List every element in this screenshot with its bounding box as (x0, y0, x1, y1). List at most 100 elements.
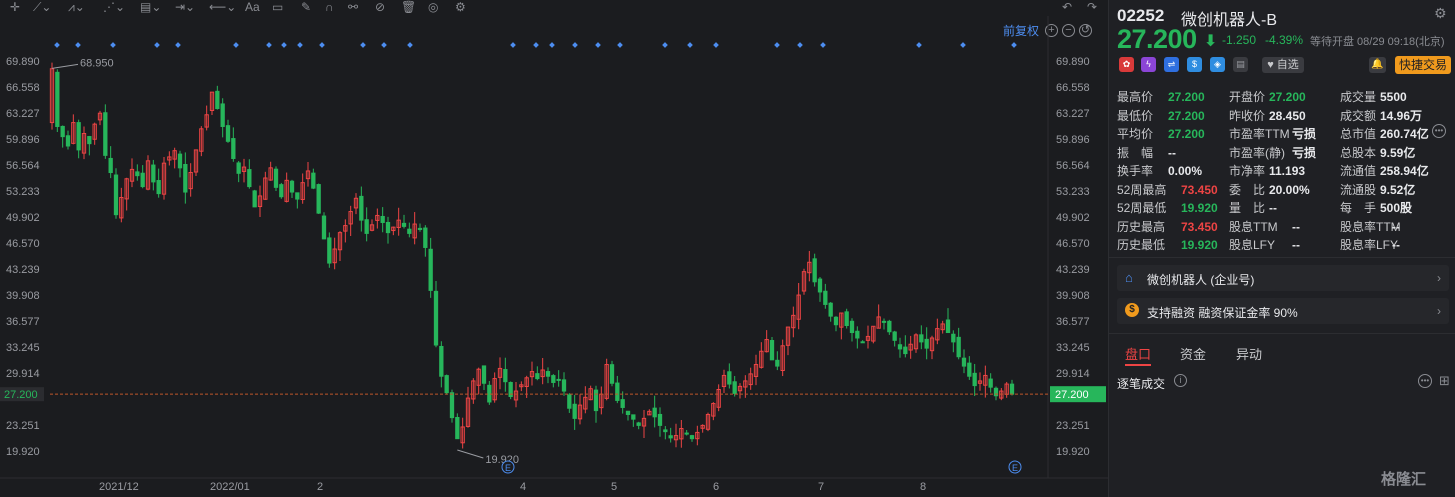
high-marker-line (51, 63, 79, 69)
candle-body (295, 192, 300, 200)
candle-body (433, 290, 439, 346)
stat-value: 9.52亿 (1380, 182, 1416, 197)
y-tick-label: 19.920 (1056, 446, 1090, 458)
candle-body (385, 221, 391, 234)
stat-value: 73.450 (1181, 182, 1218, 197)
stat-label: 历史最高 (1117, 219, 1166, 234)
x-tick-label: 2022/01 (210, 481, 250, 493)
y-tick-label: 56.564 (1056, 160, 1090, 172)
corp-account-name: 微创机器人 (企业号) (1147, 273, 1255, 287)
stock-code: 02252 (1117, 6, 1165, 25)
stat-label: 市净率 (1229, 164, 1266, 178)
quote-panel: 02252 微创机器人-B ⚙ 27.200 ⬇ -1.250 -4.39% 等… (1108, 0, 1455, 497)
add-watchlist-button[interactable]: ♥ 自选 (1262, 57, 1304, 73)
candle-body (289, 180, 295, 193)
y-tick-label: 66.558 (6, 82, 40, 94)
tab-order-book[interactable]: 盘口 (1125, 344, 1151, 363)
more-options-icon[interactable]: ••• (1418, 374, 1432, 388)
margin-info-row[interactable]: $ 支持融资 融资保证金率 90% › (1117, 298, 1449, 324)
candle-body (668, 435, 673, 439)
candle-body (897, 344, 903, 350)
stat-value: -- (1168, 145, 1176, 160)
candle-body (689, 435, 695, 440)
event-dot (820, 42, 826, 48)
candle-body (449, 392, 455, 419)
event-dot (297, 42, 303, 48)
event-dot (617, 42, 623, 48)
candle-body (401, 222, 407, 227)
candle-body (487, 384, 492, 403)
x-tick-label: 2021/12 (99, 481, 139, 493)
more-icon[interactable]: ••• (1432, 124, 1446, 138)
candle-body (833, 316, 839, 326)
candle-body (727, 371, 732, 385)
info-icon[interactable]: i (1174, 374, 1187, 387)
event-dot (281, 42, 287, 48)
candle-body (65, 135, 71, 147)
y-tick-label: 33.245 (1056, 342, 1090, 354)
candle-body (556, 378, 561, 381)
candle-body (503, 369, 508, 383)
candle-body (113, 174, 119, 216)
candle-body (572, 403, 577, 419)
price-change: -1.250 (1222, 33, 1257, 47)
candle-body (231, 138, 236, 159)
candle-body (988, 378, 993, 388)
stat-label: 最高价 (1117, 90, 1154, 104)
stat-label: 昨收价 (1229, 108, 1266, 123)
stat-value: 27.200 (1168, 90, 1205, 104)
event-dot (572, 42, 578, 48)
candle-body (316, 184, 321, 214)
candle-body (60, 125, 65, 138)
stat-label: 成交量 (1340, 90, 1377, 104)
tab-capital-flow[interactable]: 资金 (1180, 344, 1206, 363)
y-tick-label: 39.908 (1056, 290, 1090, 302)
building-icon: ⌂ (1125, 270, 1133, 285)
stat-value: 260.74亿 (1380, 127, 1429, 141)
corp-account-row[interactable]: ⌂ 微创机器人 (企业号) › (1117, 265, 1449, 291)
document-icon[interactable]: ▤ (1233, 57, 1248, 72)
stat-value: -- (1392, 219, 1400, 234)
chart-area[interactable]: ✛ ⟋⌄ ⩘⌄ ⋰⌄ ▤⌄ ⇥⌄ ⟵⌄ Aa ▭ ✎ ∩ ⚯ ⊘ 🗑 ◎ ⚙ ↶… (0, 0, 1108, 497)
stat-value: 11.193 (1269, 164, 1306, 178)
grid-view-icon[interactable]: ⊞ (1439, 374, 1450, 388)
candle-body (881, 320, 887, 323)
tab-alerts[interactable]: 异动 (1236, 344, 1262, 363)
price-change-pct: -4.39% (1265, 33, 1304, 47)
hk-flag-icon: ✿ (1119, 57, 1134, 72)
event-dot (175, 42, 181, 48)
gear-icon[interactable]: ⚙ (1434, 5, 1447, 22)
candle-body (135, 171, 140, 177)
bell-icon[interactable]: 🔔 (1369, 57, 1386, 73)
y-tick-label: 36.577 (6, 316, 40, 328)
candle-body (481, 365, 487, 384)
candle-body (823, 290, 828, 305)
candle-body (812, 258, 817, 283)
margin-info-text: 支持融资 融资保证金率 90% (1147, 306, 1298, 320)
margin-badge-icon[interactable]: $ (1187, 57, 1202, 72)
candle-body (55, 71, 60, 127)
stat-value: -- (1269, 201, 1277, 215)
event-dot (266, 42, 272, 48)
stat-value: -- (1392, 238, 1400, 252)
candle-body (103, 112, 108, 156)
high-label: 68.950 (80, 57, 114, 69)
quick-trade-button[interactable]: 快捷交易 (1395, 56, 1451, 74)
leverage-icon[interactable]: ϟ (1141, 57, 1156, 72)
stat-label: 总股本 (1340, 145, 1377, 160)
event-marker-label: E (505, 463, 511, 473)
y-tick-label: 53.233 (1056, 186, 1090, 198)
price-tag-right-label: 27.200 (1055, 389, 1089, 401)
candle-body (551, 375, 556, 383)
chevron-right-icon: › (1437, 271, 1441, 285)
candle-body (423, 227, 428, 248)
candle-body (945, 319, 951, 334)
stat-value: 19.920 (1181, 238, 1218, 252)
tag-icon[interactable]: ◈ (1210, 57, 1225, 72)
connect-icon[interactable]: ⇌ (1164, 57, 1179, 72)
event-dot (360, 42, 366, 48)
stat-value: 20.00% (1269, 182, 1310, 197)
y-tick-label: 33.245 (6, 342, 40, 354)
active-tab-indicator (1125, 364, 1151, 366)
candle-body (1009, 383, 1015, 395)
